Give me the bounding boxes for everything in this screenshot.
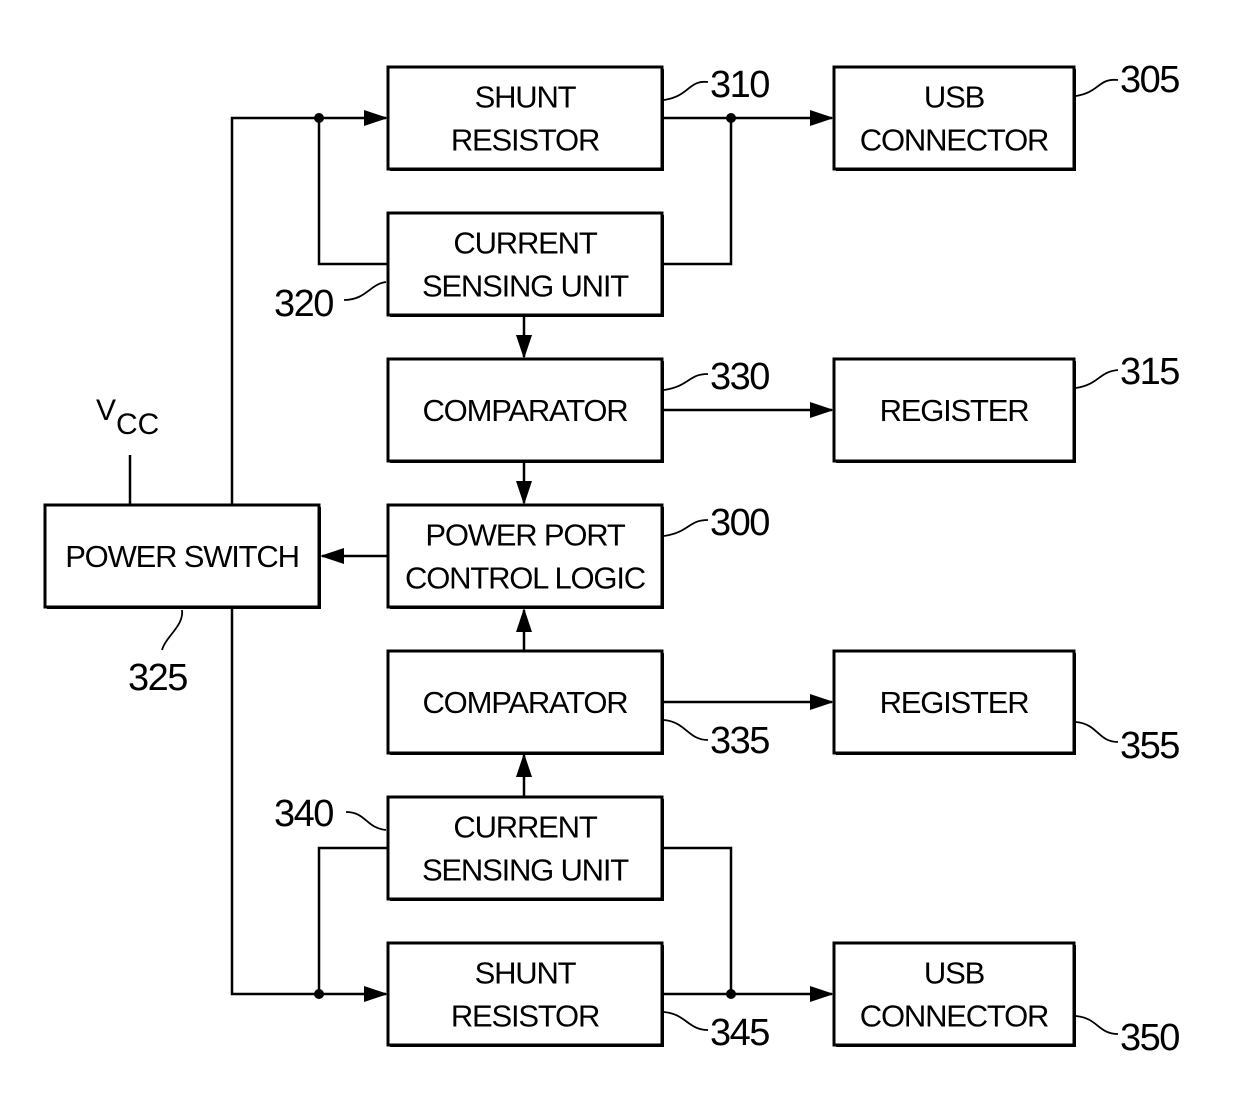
block-label: CONTROL LOGIC bbox=[405, 561, 646, 596]
block-label: COMPARATOR bbox=[422, 685, 627, 720]
block-comp-bot: COMPARATOR bbox=[386, 649, 664, 755]
wire-sense-out-bot bbox=[662, 846, 733, 994]
ref-330: 330 bbox=[710, 356, 769, 398]
block-label: USB bbox=[924, 80, 985, 115]
block-reg-top: REGISTER bbox=[832, 357, 1076, 463]
wire-sense-out-top bbox=[662, 118, 733, 266]
block-csu-bot: CURRENT SENSING UNIT bbox=[386, 795, 664, 901]
ref-355: 355 bbox=[1120, 725, 1179, 767]
ref-340: 340 bbox=[274, 793, 333, 835]
block-ppcl: POWER PORT CONTROL LOGIC bbox=[386, 503, 664, 609]
block-label: USB bbox=[924, 956, 985, 991]
block-label: SHUNT bbox=[475, 956, 577, 991]
block-shunt-top: SHUNT RESISTOR bbox=[386, 65, 664, 171]
block-label: CONNECTOR bbox=[860, 123, 1048, 158]
ref-335: 335 bbox=[710, 720, 769, 762]
block-usb-top: USB CONNECTOR bbox=[832, 65, 1076, 171]
block-label: RESISTOR bbox=[451, 999, 599, 1034]
block-label: POWER SWITCH bbox=[65, 539, 299, 574]
block-label: SENSING UNIT bbox=[422, 853, 629, 888]
block-label: CURRENT bbox=[453, 810, 597, 845]
block-diagram: SHUNT RESISTOR USB CONNECTOR CURRENT SENSING … bbox=[43, 59, 1181, 1059]
ref-345: 345 bbox=[710, 1012, 769, 1054]
ref-315: 315 bbox=[1120, 351, 1179, 393]
block-shunt-bot: SHUNT RESISTOR bbox=[386, 941, 664, 1047]
block-label: POWER PORT bbox=[425, 518, 626, 553]
wire-sense-in-top bbox=[317, 118, 388, 266]
block-reg-bot: REGISTER bbox=[832, 649, 1076, 755]
junction-dot bbox=[726, 113, 736, 123]
block-label: REGISTER bbox=[880, 393, 1029, 428]
block-comp-top: COMPARATOR bbox=[386, 357, 664, 463]
ref-300: 300 bbox=[710, 502, 769, 544]
ref-320: 320 bbox=[274, 283, 333, 325]
block-usb-bot: USB CONNECTOR bbox=[832, 941, 1076, 1047]
block-csu-top: CURRENT SENSING UNIT bbox=[386, 211, 664, 317]
ref-325: 325 bbox=[128, 657, 187, 699]
vcc-label: VCC bbox=[96, 394, 159, 441]
junction-dot bbox=[314, 989, 324, 999]
block-label: REGISTER bbox=[880, 685, 1029, 720]
block-label: SENSING UNIT bbox=[422, 269, 629, 304]
junction-dot bbox=[314, 113, 324, 123]
block-label: COMPARATOR bbox=[422, 393, 627, 428]
junction-dot bbox=[726, 989, 736, 999]
block-label: RESISTOR bbox=[451, 123, 599, 158]
ref-305: 305 bbox=[1120, 59, 1179, 101]
block-label: CONNECTOR bbox=[860, 999, 1048, 1034]
block-label: SHUNT bbox=[475, 80, 577, 115]
blocks: SHUNT RESISTOR USB CONNECTOR CURRENT SENSING … bbox=[43, 65, 1076, 1047]
block-power-switch: POWER SWITCH bbox=[43, 503, 321, 609]
block-label: CURRENT bbox=[453, 226, 597, 261]
ref-310: 310 bbox=[710, 64, 769, 106]
ref-350: 350 bbox=[1120, 1017, 1179, 1059]
wire-sense-in-bot bbox=[317, 846, 388, 994]
